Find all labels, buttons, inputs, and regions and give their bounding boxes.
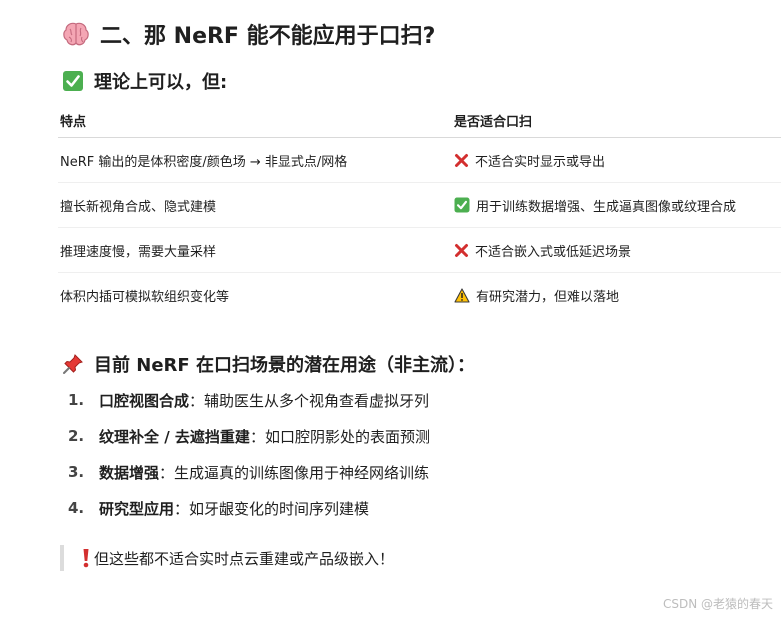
feature-cell: 擅长新视角合成、隐式建模 (58, 182, 452, 228)
exclamation-icon (82, 548, 90, 568)
note-blockquote: 但这些都不适合实时点云重建或产品级嵌入！ (60, 545, 394, 571)
theory-subheading-text: 理论上可以，但: (94, 72, 228, 93)
section-heading: 二、那 NeRF 能不能应用于口扫? (62, 18, 435, 50)
use-separator: ： (189, 391, 205, 410)
cross-mark-icon (454, 153, 469, 168)
uses-list: 1. 口腔视图合成 ： 辅助医生从多个视角查看虚拟牙列 2. 纹理补全 / 去遮… (62, 382, 430, 526)
verdict-cell: 用于训练数据增强、生成逼真图像或纹理合成 (452, 182, 781, 228)
use-separator: ： (249, 427, 265, 446)
list-item: 4. 研究型应用 ： 如牙龈变化的时间序列建模 (62, 490, 430, 526)
uses-subheading: 目前 NeRF 在口扫场景的潜在用途（非主流）： (62, 351, 475, 377)
check-mark-icon (454, 197, 470, 213)
verdict-cell: 有研究潜力，但难以落地 (452, 273, 781, 318)
list-number: 3. (68, 463, 85, 481)
watermark: CSDN @老猿的春天 (662, 597, 773, 611)
warning-icon (454, 287, 470, 303)
table-row: 擅长新视角合成、隐式建模 用于训练数据增强、生成逼真图像或纹理合成 (58, 182, 781, 228)
table-header-row: 特点 是否适合口扫 (58, 104, 781, 138)
table-row: 体积内插可模拟软组织变化等 有研究潜力，但难以落地 (58, 273, 781, 318)
table-row: NeRF 输出的是体积密度/颜色场 → 非显式点/网格 不适合实时显示或导出 (58, 137, 781, 183)
brain-icon (62, 21, 90, 47)
list-number: 4. (68, 499, 85, 517)
verdict-text: 不适合嵌入式或低延迟场景 (475, 244, 632, 260)
theory-subheading: 理论上可以，但: (62, 68, 227, 94)
use-description: 生成逼真的训练图像用于神经网络训练 (174, 463, 430, 482)
feature-cell: 体积内插可模拟软组织变化等 (60, 289, 230, 305)
check-mark-icon (62, 70, 84, 92)
feature-cell: NeRF 输出的是体积密度/颜色场 → 非显式点/网格 (58, 137, 452, 183)
use-description: 如牙龈变化的时间序列建模 (189, 499, 370, 518)
use-title: 纹理补全 / 去遮挡重建 (99, 427, 250, 446)
verdict-cell: 不适合实时显示或导出 (452, 137, 781, 183)
feature-cell: 推理速度慢，需要大量采样 (58, 227, 452, 273)
list-item: 2. 纹理补全 / 去遮挡重建 ： 如口腔阴影处的表面预测 (62, 418, 430, 454)
use-title: 研究型应用 (99, 499, 175, 518)
verdict-cell: 不适合嵌入式或低延迟场景 (452, 227, 781, 273)
verdict-text: 有研究潜力，但难以落地 (476, 289, 620, 305)
list-item: 3. 数据增强 ： 生成逼真的训练图像用于神经网络训练 (62, 454, 430, 490)
verdict-text: 用于训练数据增强、生成逼真图像或纹理合成 (476, 199, 737, 215)
column-header-feature: 特点 (58, 104, 452, 138)
list-item: 1. 口腔视图合成 ： 辅助医生从多个视角查看虚拟牙列 (62, 382, 430, 418)
use-description: 如口腔阴影处的表面预测 (264, 427, 430, 446)
use-separator: ： (159, 463, 175, 482)
use-separator: ： (174, 499, 190, 518)
use-title: 口腔视图合成 (99, 391, 190, 410)
pushpin-icon (62, 353, 84, 375)
list-number: 2. (68, 427, 85, 445)
column-header-suitability: 是否适合口扫 (452, 104, 781, 138)
feature-table: 特点 是否适合口扫 NeRF 输出的是体积密度/颜色场 → 非显式点/网格 不适… (58, 104, 781, 317)
uses-subheading-text: 目前 NeRF 在口扫场景的潜在用途（非主流）： (94, 355, 475, 376)
section-heading-text: 二、那 NeRF 能不能应用于口扫? (100, 24, 436, 49)
cross-mark-icon (454, 243, 469, 258)
note-text: 但这些都不适合实时点云重建或产品级嵌入！ (94, 549, 395, 568)
use-title: 数据增强 (99, 463, 160, 482)
verdict-text: 不适合实时显示或导出 (475, 154, 606, 170)
table-row: 推理速度慢，需要大量采样 不适合嵌入式或低延迟场景 (58, 227, 781, 273)
use-description: 辅助医生从多个视角查看虚拟牙列 (204, 391, 430, 410)
list-number: 1. (68, 391, 85, 409)
